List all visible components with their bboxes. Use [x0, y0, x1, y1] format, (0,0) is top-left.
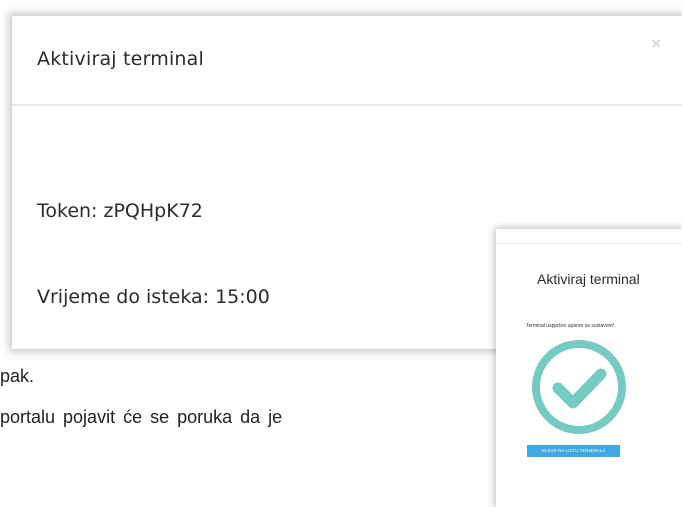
close-icon[interactable]: ×: [650, 36, 662, 52]
expiry-timer-text: Vrijeme do isteka: 15:00: [37, 286, 270, 308]
page: Aktiviraj terminal × Token: zPQHpK72 Vri…: [0, 0, 682, 507]
document-text-line: pak.: [0, 366, 35, 386]
modal-title: Aktiviraj terminal: [37, 48, 204, 70]
document-text-line: portalu pojavit će se poruka da je: [0, 407, 283, 427]
success-check-icon: [532, 340, 626, 434]
activation-success-modal: Aktiviraj terminal Terminal uspješno upa…: [496, 229, 682, 507]
back-to-terminal-list-button[interactable]: NAZAD NA LISTU TERMINALA: [527, 445, 620, 457]
success-modal-title: Aktiviraj terminal: [537, 271, 640, 287]
token-text: Token: zPQHpK72: [37, 200, 203, 222]
modal-top-strip: [496, 229, 682, 244]
modal-header: Aktiviraj terminal ×: [12, 16, 682, 106]
success-message: Terminal uspješno uparen sa sustavom!: [526, 323, 615, 329]
